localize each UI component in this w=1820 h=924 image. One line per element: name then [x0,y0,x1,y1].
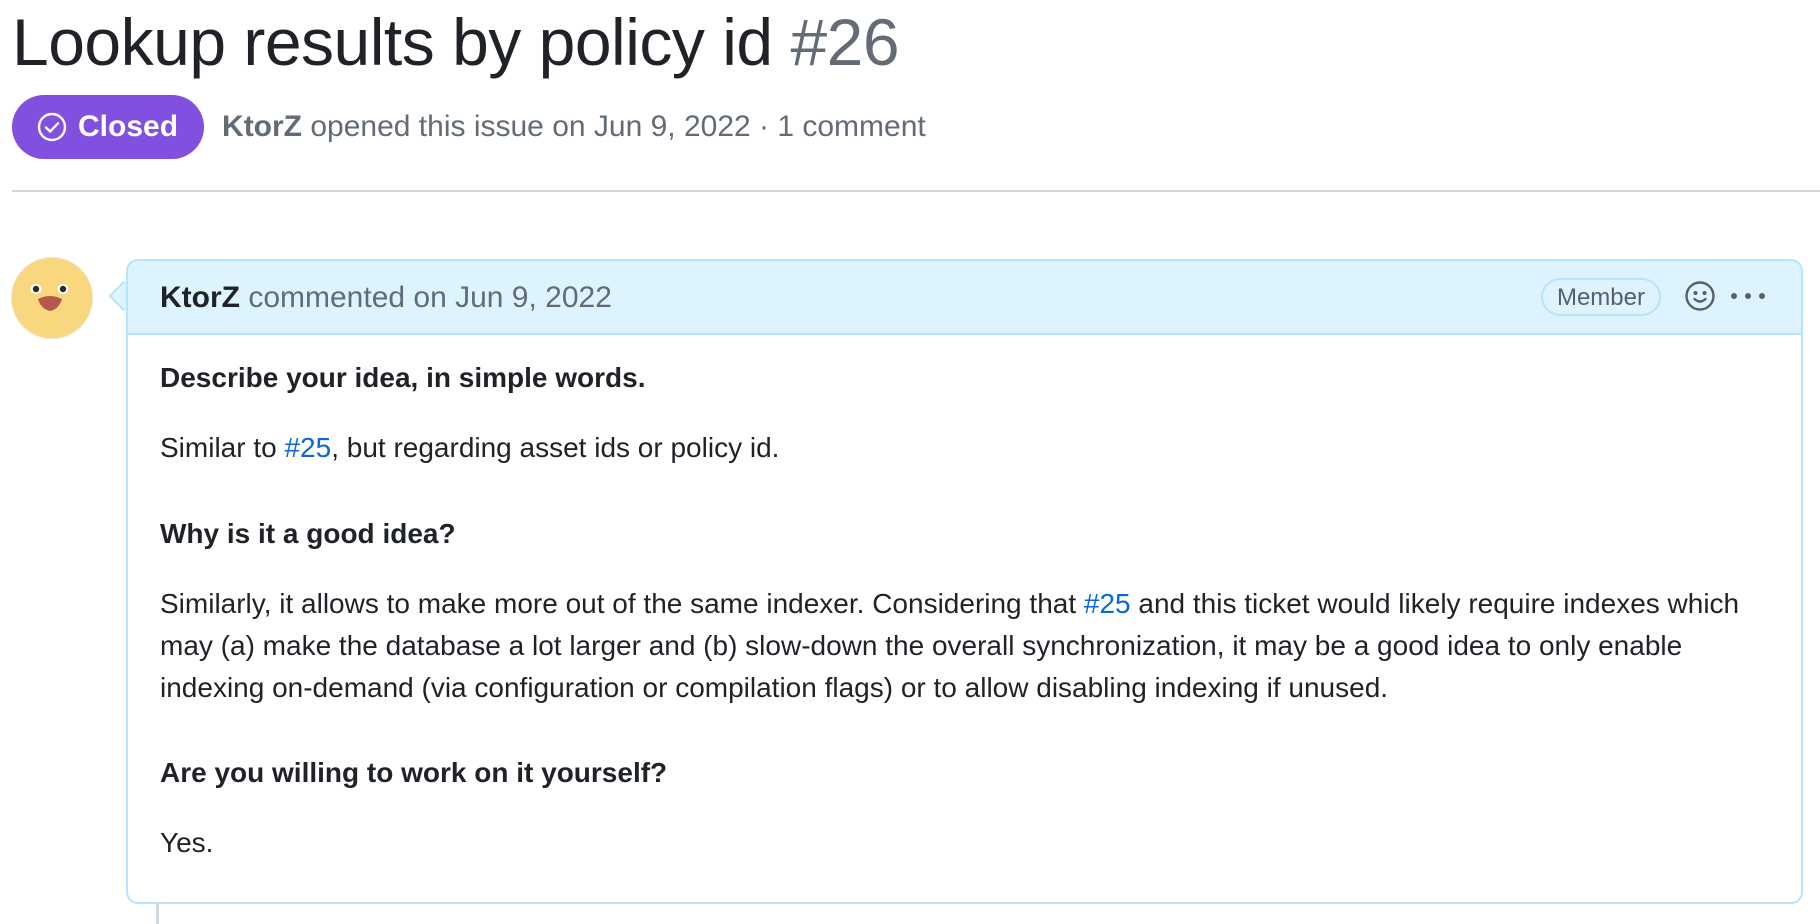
paragraph-yes: Yes. [160,827,214,858]
issue-link-25[interactable]: #25 [1084,588,1131,619]
check-circle-icon [37,112,67,142]
kebab-menu-icon[interactable] [1731,281,1765,311]
paragraph-text: Similar to [160,432,285,463]
issue-title: Lookup results by policy id #26 [12,2,900,82]
member-badge: Member [1540,278,1661,316]
heading-describe-idea: Describe your idea, in simple words. [160,362,646,393]
paragraph-similar: Similar to #25, but regarding asset ids … [160,427,1770,469]
issue-opened-text: opened this issue on Jun 9, 2022 · 1 com… [310,110,926,143]
issue-title-text: Lookup results by policy id [12,5,773,79]
heading-why-good-idea: Why is it a good idea? [160,518,456,549]
comment-header: KtorZ commented on Jun 9, 2022 Member [128,261,1801,335]
comment-header-text: KtorZ commented on Jun 9, 2022 [160,281,612,315]
duck-avatar-icon[interactable] [11,257,93,339]
issue-opened-info: KtorZ opened this issue on Jun 9, 2022 ·… [222,110,926,144]
issue-page: Lookup results by policy id #26 Closed K… [0,0,1820,924]
comment-author-link[interactable]: KtorZ [160,281,240,314]
issue-author-link[interactable]: KtorZ [222,110,302,143]
paragraph-text: , but regarding asset ids or policy id. [331,432,780,463]
issue-link-25[interactable]: #25 [284,432,331,463]
state-badge-label: Closed [78,110,179,143]
comment-date-text[interactable]: commented on Jun 9, 2022 [248,281,612,314]
state-badge-closed: Closed [12,95,205,159]
issue-number: #26 [790,5,900,79]
comment-box: KtorZ commented on Jun 9, 2022 Member De… [126,259,1803,904]
issue-meta: Closed KtorZ opened this issue on Jun 9,… [12,94,926,160]
paragraph-text: Similarly, it allows to make more out of… [160,588,1084,619]
smiley-icon[interactable] [1683,279,1717,313]
header-divider [12,190,1820,192]
comment-body: Describe your idea, in simple words. Sim… [160,357,1770,864]
paragraph-similarly: Similarly, it allows to make more out of… [160,583,1770,709]
heading-willing-to-work: Are you willing to work on it yourself? [160,757,668,788]
timeline-line [156,904,159,924]
